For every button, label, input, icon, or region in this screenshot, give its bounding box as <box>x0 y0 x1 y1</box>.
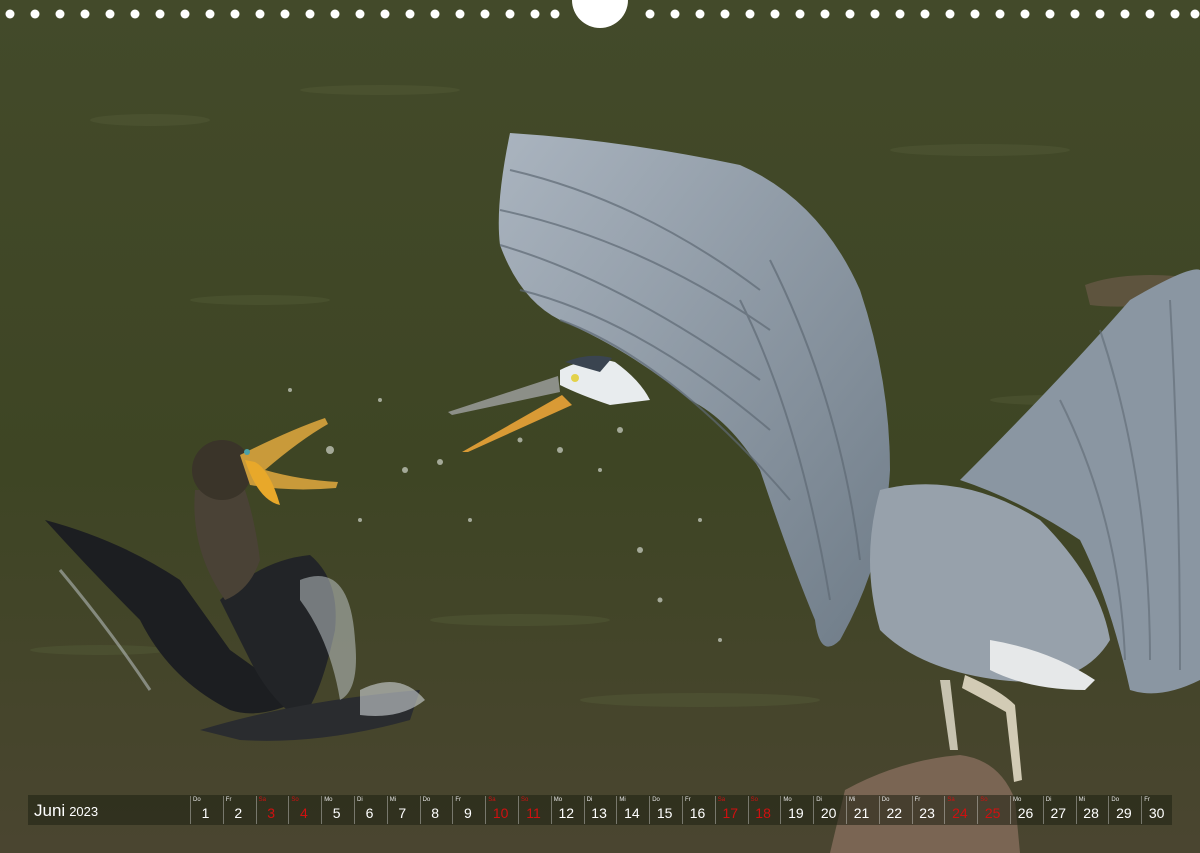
weekday-label: So <box>291 797 299 803</box>
weekday-label: Sa <box>947 797 955 803</box>
weekday-label: Sa <box>717 797 726 803</box>
weekday-label: Do <box>652 797 660 803</box>
hanger-notch <box>572 0 628 28</box>
day-cell: Fr 2 <box>222 796 253 824</box>
day-cell: Do 15 <box>649 796 679 824</box>
weekday-label: Mo <box>783 797 792 803</box>
day-number: 13 <box>591 805 607 821</box>
day-cell: Do 29 <box>1108 796 1138 824</box>
day-number: 8 <box>431 805 439 821</box>
weekday-label: Sa <box>488 797 496 803</box>
weekday-label: Di <box>357 797 363 803</box>
day-cell: Fr 16 <box>682 796 712 824</box>
weekday-label: So <box>980 797 988 803</box>
day-cell: Mi 28 <box>1075 796 1106 824</box>
weekday-label: Mi <box>1078 797 1085 803</box>
weekday-label: Fr <box>914 797 921 803</box>
day-cell: Di 13 <box>583 796 614 824</box>
day-number: 22 <box>886 805 903 821</box>
weekday-label: Mi <box>619 797 626 803</box>
day-number: 1 <box>201 805 210 821</box>
day-cell: So 4 <box>288 796 318 824</box>
day-number: 27 <box>1050 805 1067 821</box>
day-cell: Do 22 <box>878 796 909 824</box>
day-number: 14 <box>624 805 640 821</box>
weekday-label: Do <box>422 797 431 803</box>
day-number: 21 <box>853 805 870 821</box>
weekday-label: Fr <box>1144 797 1150 803</box>
day-cell: Mi 14 <box>616 796 646 824</box>
weekday-label: Di <box>1045 797 1052 803</box>
day-cell: Di 27 <box>1042 796 1073 824</box>
weekday-label: Mo <box>1013 797 1022 803</box>
weekday-label: Do <box>1111 797 1120 803</box>
day-cell: Sa 24 <box>944 796 974 824</box>
day-number: 12 <box>558 805 575 821</box>
day-cell: Fr 23 <box>911 796 942 824</box>
weekday-label: Sa <box>258 797 266 803</box>
day-number: 17 <box>722 805 739 821</box>
day-number: 4 <box>299 805 308 821</box>
weekday-label: Fr <box>455 797 462 803</box>
day-number: 24 <box>952 805 968 821</box>
weekday-label: Mi <box>849 797 856 803</box>
weekday-label: Di <box>816 797 822 803</box>
day-number: 11 <box>526 805 541 821</box>
day-cell: Mo 5 <box>321 796 351 824</box>
day-cell: So 25 <box>977 796 1007 824</box>
month-label: Juni 2023 <box>34 801 98 821</box>
weekday-label: Fr <box>225 797 232 803</box>
day-number: 2 <box>234 805 243 821</box>
day-cell: Sa 17 <box>714 796 745 824</box>
calendar-strip: Juni 2023 Do 1 Fr 2 Sa 3 So 4 Mo 5 Di 6 Mi 7 Do 8 Fr 9 Sa 10… <box>28 795 1172 825</box>
day-number: 6 <box>365 805 374 821</box>
weekday-label: Mo <box>324 797 333 803</box>
day-number: 28 <box>1083 805 1099 821</box>
day-number: 25 <box>984 805 1001 821</box>
weekday-label: Do <box>193 797 201 803</box>
day-number: 9 <box>463 805 472 821</box>
day-cell: Fr 30 <box>1141 796 1171 824</box>
day-cell: Do 8 <box>419 796 450 824</box>
weekday-label: Fr <box>685 797 691 803</box>
day-cell: Fr 9 <box>452 796 482 824</box>
day-number: 18 <box>755 805 771 821</box>
day-number: 10 <box>492 805 509 821</box>
day-cell: Di 20 <box>813 796 843 824</box>
day-cell: Mi 21 <box>846 796 876 824</box>
spiral-binding <box>5 0 1200 28</box>
day-cell: Mi 7 <box>386 796 417 824</box>
weekday-label: So <box>750 797 758 803</box>
day-number: 20 <box>820 805 837 821</box>
day-number: 26 <box>1017 805 1034 821</box>
day-cell: Do 1 <box>190 796 220 824</box>
day-number: 7 <box>398 805 407 821</box>
weekday-label: Di <box>586 797 593 803</box>
month-name: Juni <box>34 801 66 820</box>
day-cell: Mo 12 <box>550 796 581 824</box>
day-cell: Mo 19 <box>780 796 810 824</box>
photo-heron-cormorant <box>0 0 1200 853</box>
day-number: 16 <box>689 805 706 821</box>
day-cell: So 11 <box>518 796 548 824</box>
weekday-label: So <box>521 797 529 803</box>
day-number: 3 <box>267 805 275 821</box>
day-number: 5 <box>332 805 341 821</box>
day-number: 29 <box>1116 805 1132 821</box>
day-cell: Mo 26 <box>1010 796 1040 824</box>
weekday-label: Mo <box>553 797 563 803</box>
year-label: 2023 <box>69 804 99 819</box>
day-number: 15 <box>656 805 673 821</box>
day-number: 23 <box>919 805 935 821</box>
day-cell: Sa 3 <box>255 796 286 824</box>
day-number: 30 <box>1148 805 1165 821</box>
day-number: 19 <box>788 805 804 821</box>
day-cell: So 18 <box>747 796 778 824</box>
weekday-label: Mi <box>389 797 397 803</box>
day-cell: Di 6 <box>354 796 384 824</box>
weekday-label: Do <box>881 797 890 803</box>
day-cell: Sa 10 <box>485 796 515 824</box>
